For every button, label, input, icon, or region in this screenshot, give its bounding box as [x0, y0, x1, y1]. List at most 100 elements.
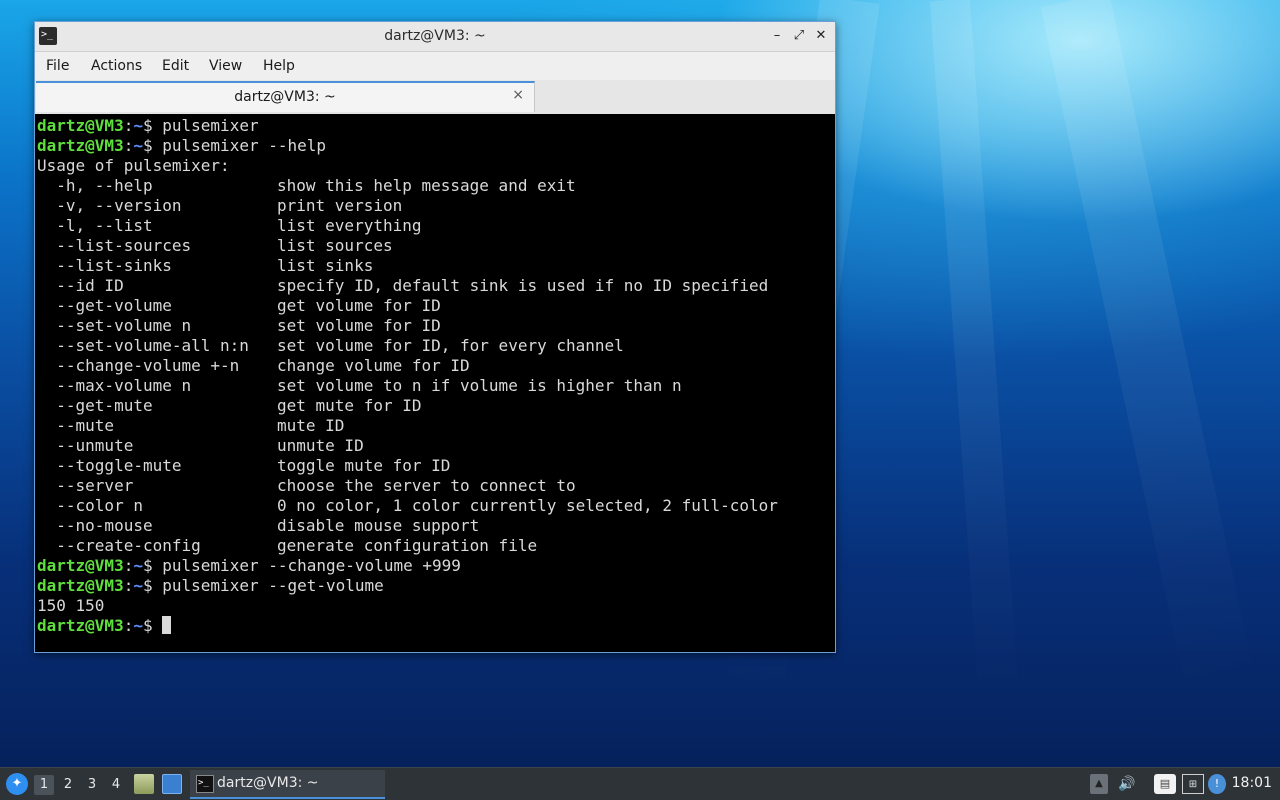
text-cursor	[162, 616, 172, 634]
command-text: pulsemixer	[152, 116, 259, 135]
menu-bar: File Actions Edit View Help	[35, 52, 835, 80]
option-description: 0 no color, 1 color currently selected, …	[277, 496, 778, 515]
option-description: unmute ID	[277, 436, 364, 455]
prompt-path: ~	[133, 576, 143, 595]
option-flag: --color n	[37, 496, 143, 515]
command-text: pulsemixer --help	[152, 136, 327, 155]
help-option-line: --change-volume +-n change volume for ID	[37, 356, 835, 376]
workspace-4[interactable]: 4	[106, 775, 126, 795]
show-desktop-icon[interactable]	[162, 774, 182, 794]
help-option-line: --list-sources list sources	[37, 236, 835, 256]
terminal-line: dartz@VM3:~$ pulsemixer --get-volume	[37, 576, 384, 595]
option-description: set volume for ID	[277, 316, 441, 335]
network-icon[interactable]: ⊞	[1182, 774, 1204, 794]
help-option-line: --id ID specify ID, default sink is used …	[37, 276, 835, 296]
help-option-line: --mute mute ID	[37, 416, 835, 436]
terminal-output[interactable]: dartz@VM3:~$ pulsemixer dartz@VM3:~$ pul…	[35, 114, 835, 652]
menu-edit[interactable]: Edit	[162, 58, 189, 74]
file-manager-icon[interactable]	[134, 774, 154, 794]
help-option-line: --set-volume n set volume for ID	[37, 316, 835, 336]
light-ray	[1040, 0, 1255, 692]
prompt-symbol: $	[142, 136, 153, 155]
prompt-path: ~	[133, 116, 143, 135]
tab-terminal[interactable]: dartz@VM3: ~ ×	[36, 81, 535, 112]
help-option-line: --list-sinks list sinks	[37, 256, 835, 276]
lubuntu-start-icon[interactable]: ✦	[6, 773, 28, 795]
window-title: dartz@VM3: ~	[384, 28, 486, 44]
option-description: list everything	[277, 216, 422, 235]
option-description: disable mouse support	[277, 516, 480, 535]
option-flag: --get-volume	[37, 296, 172, 315]
help-option-line: --color n 0 no color, 1 color currently s…	[37, 496, 835, 516]
help-option-line: --unmute unmute ID	[37, 436, 835, 456]
menu-view[interactable]: View	[209, 58, 242, 74]
prompt-path: ~	[133, 556, 143, 575]
prompt-user: dartz@VM3	[37, 556, 124, 575]
help-option-line: --create-config generate configuration fi…	[37, 536, 835, 556]
terminal-line: dartz@VM3:~$	[37, 616, 835, 636]
command-output: 150 150	[37, 596, 105, 615]
option-flag: --unmute	[37, 436, 134, 455]
option-description: generate configuration file	[277, 536, 538, 555]
terminal-icon: >_	[196, 775, 214, 793]
prompt-user: dartz@VM3	[37, 616, 124, 635]
option-description: set volume for ID, for every channel	[277, 336, 624, 355]
help-option-line: -h, --help show this help message and exi…	[37, 176, 835, 196]
option-description: list sinks	[277, 256, 374, 275]
prompt-symbol: $	[142, 616, 153, 635]
option-flag: --toggle-mute	[37, 456, 182, 475]
menu-file[interactable]: File	[46, 58, 69, 74]
menu-help[interactable]: Help	[263, 58, 295, 74]
usage-line: Usage of pulsemixer:	[37, 156, 230, 175]
close-button[interactable]: ✕	[813, 27, 829, 45]
terminal-line: dartz@VM3:~$ pulsemixer --help	[37, 136, 327, 155]
option-description: choose the server to connect to	[277, 476, 576, 495]
light-ray	[930, 0, 1019, 700]
maximize-button[interactable]: ⤢	[791, 27, 807, 45]
option-flag: --get-mute	[37, 396, 153, 415]
option-flag: --mute	[37, 416, 115, 435]
prompt-path: ~	[133, 136, 143, 155]
option-flag: --set-volume n	[37, 316, 192, 335]
terminal-line: dartz@VM3:~$ pulsemixer	[37, 116, 259, 135]
minimize-button[interactable]: –	[769, 27, 785, 45]
option-description: specify ID, default sink is used if no I…	[277, 276, 769, 295]
help-option-line: --get-volume get volume for ID	[37, 296, 835, 316]
volume-icon[interactable]: 🔊	[1116, 774, 1138, 794]
workspace-2[interactable]: 2	[58, 775, 78, 795]
workspace-3[interactable]: 3	[82, 775, 102, 795]
update-notifier-icon[interactable]: !	[1208, 774, 1226, 794]
help-option-line: --no-mouse disable mouse support	[37, 516, 835, 536]
option-flag: -l, --list	[37, 216, 153, 235]
clock[interactable]: 18:01	[1232, 775, 1272, 791]
menu-actions[interactable]: Actions	[91, 58, 142, 74]
taskbar: ✦ 1 2 3 4 >_ dartz@VM3: ~ ▲ 🔊 ▤ ⊞ ! 18:0…	[0, 767, 1280, 800]
clipboard-icon[interactable]: ▤	[1154, 774, 1176, 794]
prompt-path: ~	[133, 616, 143, 635]
option-flag: --create-config	[37, 536, 201, 555]
taskbar-task-terminal[interactable]: >_ dartz@VM3: ~	[190, 770, 385, 799]
option-flag: --set-volume-all n:n	[37, 336, 249, 355]
title-bar[interactable]: >_ dartz@VM3: ~ – ⤢ ✕	[35, 22, 835, 52]
option-description: change volume for ID	[277, 356, 470, 375]
prompt-user: dartz@VM3	[37, 576, 124, 595]
option-description: mute ID	[277, 416, 345, 435]
option-flag: --list-sources	[37, 236, 192, 255]
option-description: set volume to n if volume is higher than…	[277, 376, 682, 395]
terminal-line: dartz@VM3:~$ pulsemixer --change-volume …	[37, 556, 461, 575]
eject-icon[interactable]: ▲	[1090, 774, 1108, 794]
help-option-line: -l, --list list everything	[37, 216, 835, 236]
option-flag: -v, --version	[37, 196, 182, 215]
command-text: pulsemixer --get-volume	[152, 576, 384, 595]
workspace-1[interactable]: 1	[34, 775, 54, 795]
help-option-line: --max-volume n set volume to n if volume …	[37, 376, 835, 396]
prompt-symbol: $	[142, 556, 153, 575]
tab-close-icon[interactable]: ×	[512, 87, 524, 103]
help-option-line: --server choose the server to connect to	[37, 476, 835, 496]
option-description: show this help message and exit	[277, 176, 576, 195]
task-label: dartz@VM3: ~	[217, 775, 319, 791]
prompt-symbol: $	[142, 576, 153, 595]
option-description: toggle mute for ID	[277, 456, 451, 475]
option-flag: --list-sinks	[37, 256, 172, 275]
command-text: pulsemixer --change-volume +999	[152, 556, 461, 575]
